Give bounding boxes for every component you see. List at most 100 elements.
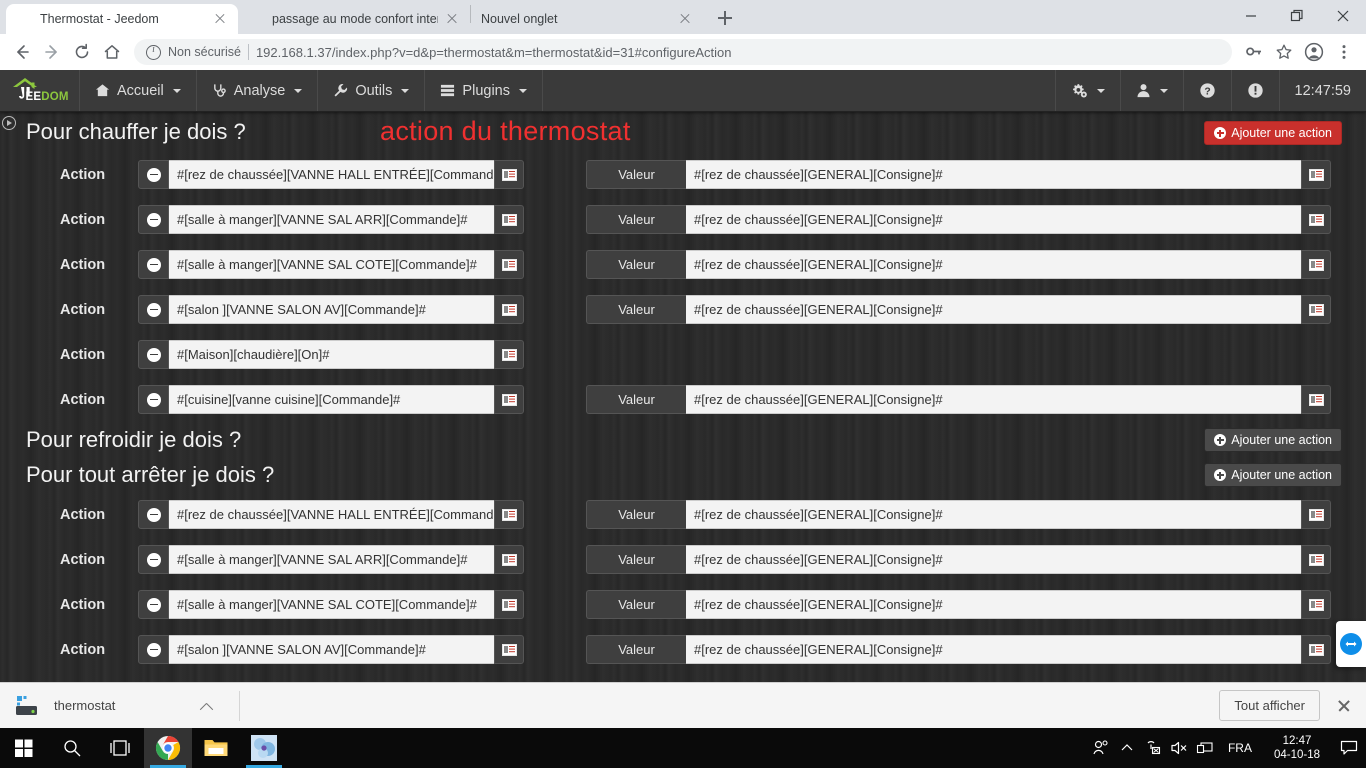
nav-item-alert[interactable]: [1230, 70, 1279, 111]
action-input[interactable]: #[salle à manger][VANNE SAL COTE][Comman…: [169, 590, 494, 619]
show-all-downloads-button[interactable]: Tout afficher: [1219, 690, 1320, 721]
taskbar-app-chrome[interactable]: [144, 728, 192, 768]
action-input[interactable]: #[salon ][VANNE SALON AV][Commande]#: [169, 295, 494, 324]
task-view-icon[interactable]: [96, 728, 144, 768]
valeur-picker-button[interactable]: [1301, 590, 1331, 619]
taskbar-clock[interactable]: 12:47 04-10-18: [1262, 734, 1332, 762]
download-item[interactable]: thermostat: [14, 695, 213, 717]
remove-action-button[interactable]: [138, 590, 169, 619]
valeur-picker-button[interactable]: [1301, 160, 1331, 189]
valeur-picker-button[interactable]: [1301, 635, 1331, 664]
back-arrow-icon[interactable]: [8, 38, 36, 66]
action-input[interactable]: #[salon ][VANNE SALON AV][Commande]#: [169, 635, 494, 664]
action-picker-button[interactable]: [494, 160, 524, 189]
profile-avatar-icon[interactable]: [1300, 38, 1328, 66]
add-action-button-chauffer[interactable]: Ajouter une action: [1204, 121, 1342, 145]
display-icon[interactable]: [1192, 728, 1218, 768]
home-icon[interactable]: [98, 38, 126, 66]
valeur-picker-button[interactable]: [1301, 385, 1331, 414]
bookmark-star-icon[interactable]: [1270, 38, 1298, 66]
forward-arrow-icon[interactable]: [38, 38, 66, 66]
valeur-picker-button[interactable]: [1301, 250, 1331, 279]
nav-item-user[interactable]: [1119, 70, 1183, 111]
remove-action-button[interactable]: [138, 635, 169, 664]
action-picker-button[interactable]: [494, 250, 524, 279]
nav-item-settings[interactable]: [1054, 70, 1120, 111]
valeur-picker-button[interactable]: [1301, 500, 1331, 529]
taskbar-app-explorer[interactable]: [192, 728, 240, 768]
remove-action-button[interactable]: [138, 205, 169, 234]
action-input[interactable]: #[salle à manger][VANNE SAL ARR][Command…: [169, 545, 494, 574]
close-icon[interactable]: [1320, 0, 1366, 32]
remove-action-button[interactable]: [138, 385, 169, 414]
action-input[interactable]: #[rez de chaussée][VANNE HALL ENTRÉE][Co…: [169, 160, 494, 189]
valeur-input[interactable]: #[rez de chaussée][GENERAL][Consigne]#: [686, 590, 1301, 619]
action-picker-button[interactable]: [494, 295, 524, 324]
action-picker-button[interactable]: [494, 545, 524, 574]
valeur-input[interactable]: #[rez de chaussée][GENERAL][Consigne]#: [686, 545, 1301, 574]
minimize-icon[interactable]: [1228, 0, 1274, 32]
chevron-up-icon[interactable]: [199, 699, 213, 713]
teamviewer-widget[interactable]: [1336, 621, 1366, 667]
action-picker-button[interactable]: [494, 385, 524, 414]
action-input[interactable]: #[salle à manger][VANNE SAL ARR][Command…: [169, 205, 494, 234]
nav-item-help[interactable]: ?: [1182, 70, 1231, 111]
browser-tab-3[interactable]: Nouvel onglet: [471, 4, 703, 34]
add-action-button-refroidir[interactable]: Ajouter une action: [1204, 428, 1342, 452]
action-picker-button[interactable]: [494, 500, 524, 529]
windows-start-icon[interactable]: [0, 728, 48, 768]
close-icon[interactable]: [677, 11, 693, 27]
browser-tab-2[interactable]: passage au mode confort intemp: [238, 4, 470, 34]
maximize-icon[interactable]: [1274, 0, 1320, 32]
valeur-picker-button[interactable]: [1301, 295, 1331, 324]
nav-item-plugins[interactable]: Plugins: [425, 70, 543, 111]
valeur-input[interactable]: #[rez de chaussée][GENERAL][Consigne]#: [686, 295, 1301, 324]
action-input[interactable]: #[cuisine][vanne cuisine][Commande]#: [169, 385, 494, 414]
action-picker-button[interactable]: [494, 340, 524, 369]
nav-item-accueil[interactable]: Accueil: [80, 70, 197, 111]
action-input[interactable]: #[salle à manger][VANNE SAL COTE][Comman…: [169, 250, 494, 279]
add-action-button-arreter[interactable]: Ajouter une action: [1204, 463, 1342, 487]
nav-item-analyse[interactable]: Analyse: [197, 70, 319, 111]
valeur-input[interactable]: #[rez de chaussée][GENERAL][Consigne]#: [686, 385, 1301, 414]
close-icon[interactable]: [212, 11, 228, 27]
nav-item-outils[interactable]: Outils: [318, 70, 426, 111]
valeur-input[interactable]: #[rez de chaussée][GENERAL][Consigne]#: [686, 250, 1301, 279]
sidebar-toggle-icon[interactable]: [2, 116, 16, 130]
file-icon: [14, 695, 40, 717]
valeur-input[interactable]: #[rez de chaussée][GENERAL][Consigne]#: [686, 635, 1301, 664]
action-picker-button[interactable]: [494, 590, 524, 619]
remove-action-button[interactable]: [138, 295, 169, 324]
volume-muted-icon[interactable]: [1166, 728, 1192, 768]
action-picker-button[interactable]: [494, 635, 524, 664]
remove-action-button[interactable]: [138, 160, 169, 189]
taskbar-app-photos[interactable]: [240, 728, 288, 768]
close-icon[interactable]: [444, 11, 460, 27]
remove-action-button[interactable]: [138, 250, 169, 279]
browser-tab-1[interactable]: Thermostat - Jeedom: [6, 4, 238, 34]
action-input[interactable]: #[Maison][chaudière][On]#: [169, 340, 494, 369]
valeur-input[interactable]: #[rez de chaussée][GENERAL][Consigne]#: [686, 500, 1301, 529]
remove-action-button[interactable]: [138, 340, 169, 369]
close-icon[interactable]: [1336, 698, 1352, 714]
reload-icon[interactable]: [68, 38, 96, 66]
action-picker-button[interactable]: [494, 205, 524, 234]
network-disconnected-icon[interactable]: [1140, 728, 1166, 768]
action-input[interactable]: #[rez de chaussée][VANNE HALL ENTRÉE][Co…: [169, 500, 494, 529]
show-hidden-icons-icon[interactable]: [1114, 728, 1140, 768]
chrome-menu-icon[interactable]: [1330, 38, 1358, 66]
jeedom-logo[interactable]: EEDOM: [0, 70, 80, 111]
key-icon[interactable]: [1240, 38, 1268, 66]
valeur-input[interactable]: #[rez de chaussée][GENERAL][Consigne]#: [686, 205, 1301, 234]
address-bar[interactable]: Non sécurisé 192.168.1.37/index.php?v=d&…: [134, 39, 1232, 65]
remove-action-button[interactable]: [138, 500, 169, 529]
valeur-picker-button[interactable]: [1301, 545, 1331, 574]
people-icon[interactable]: [1088, 728, 1114, 768]
remove-action-button[interactable]: [138, 545, 169, 574]
valeur-picker-button[interactable]: [1301, 205, 1331, 234]
valeur-input[interactable]: #[rez de chaussée][GENERAL][Consigne]#: [686, 160, 1301, 189]
notification-icon[interactable]: [1332, 728, 1366, 768]
search-icon[interactable]: [48, 728, 96, 768]
new-tab-button[interactable]: [711, 4, 739, 32]
language-indicator[interactable]: FRA: [1218, 741, 1262, 755]
